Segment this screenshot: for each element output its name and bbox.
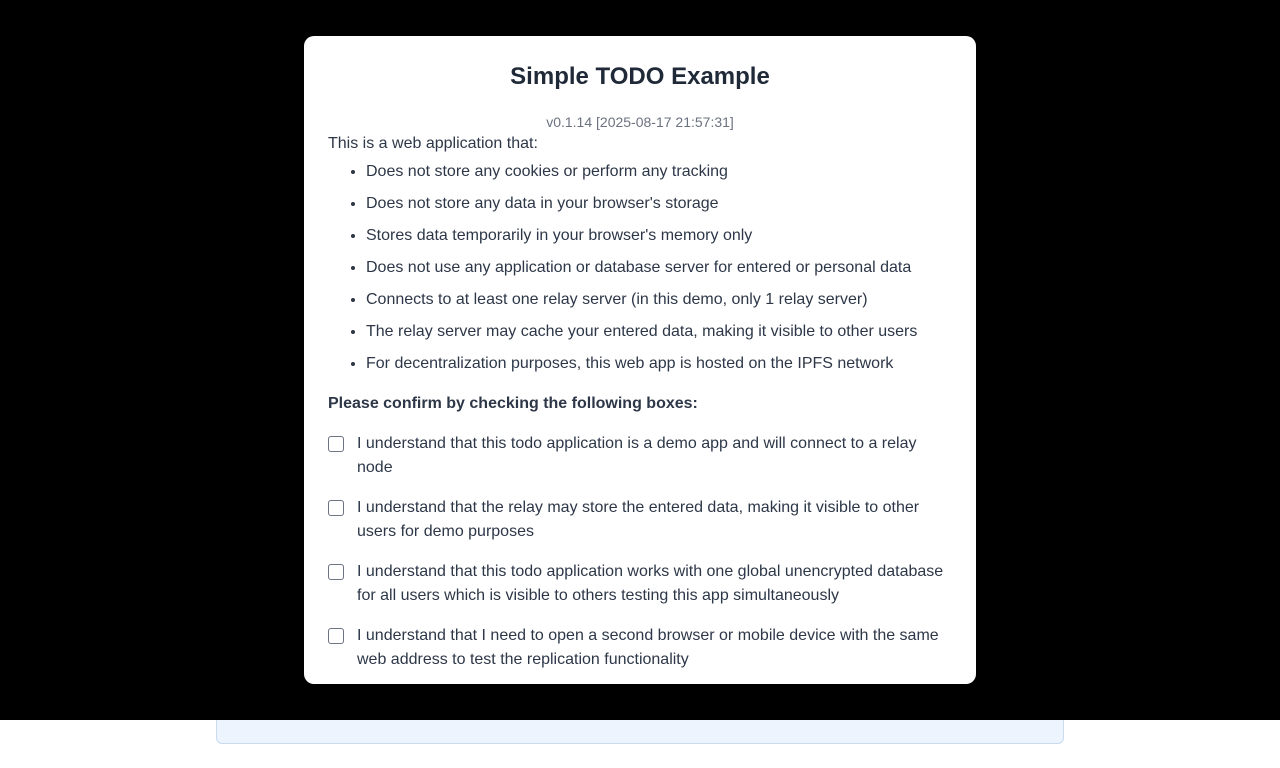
checkbox-label[interactable]: I understand that the relay may store th… — [357, 496, 952, 544]
dialog-title: Simple TODO Example — [510, 63, 770, 90]
feature-item: For decentralization purposes, this web … — [366, 352, 952, 376]
feature-list: Does not store any cookies or perform an… — [328, 160, 952, 376]
consent-dialog: Simple TODO Example v0.1.14 [2025-08-17 … — [304, 36, 976, 684]
confirm-heading: Please confirm by checking the following… — [328, 395, 698, 412]
feature-item: Does not use any application or database… — [366, 256, 952, 280]
checkbox-label[interactable]: I understand that I need to open a secon… — [357, 624, 952, 672]
version-label: v0.1.14 [2025-08-17 21:57:31] — [546, 114, 734, 130]
feature-item: The relay server may cache your entered … — [366, 320, 952, 344]
confirm-global-database-row[interactable]: I understand that this todo application … — [328, 560, 952, 608]
feature-item: Stores data temporarily in your browser'… — [366, 224, 952, 248]
feature-item: Does not store any data in your browser'… — [366, 192, 952, 216]
checkbox-label[interactable]: I understand that this todo application … — [357, 560, 952, 608]
confirmation-checkboxes: I understand that this todo application … — [328, 432, 952, 672]
confirm-second-device-checkbox[interactable] — [328, 628, 344, 644]
confirm-second-device-row[interactable]: I understand that I need to open a secon… — [328, 624, 952, 672]
checkbox-label[interactable]: I understand that this todo application … — [357, 432, 952, 480]
feature-item: Connects to at least one relay server (i… — [366, 288, 952, 312]
confirm-relay-storage-row[interactable]: I understand that the relay may store th… — [328, 496, 952, 544]
feature-item: Does not store any cookies or perform an… — [366, 160, 952, 184]
confirm-demo-app-row[interactable]: I understand that this todo application … — [328, 432, 952, 480]
confirm-demo-app-checkbox[interactable] — [328, 436, 344, 452]
intro-text: This is a web application that: — [328, 135, 538, 152]
confirm-global-database-checkbox[interactable] — [328, 564, 344, 580]
confirm-relay-storage-checkbox[interactable] — [328, 500, 344, 516]
